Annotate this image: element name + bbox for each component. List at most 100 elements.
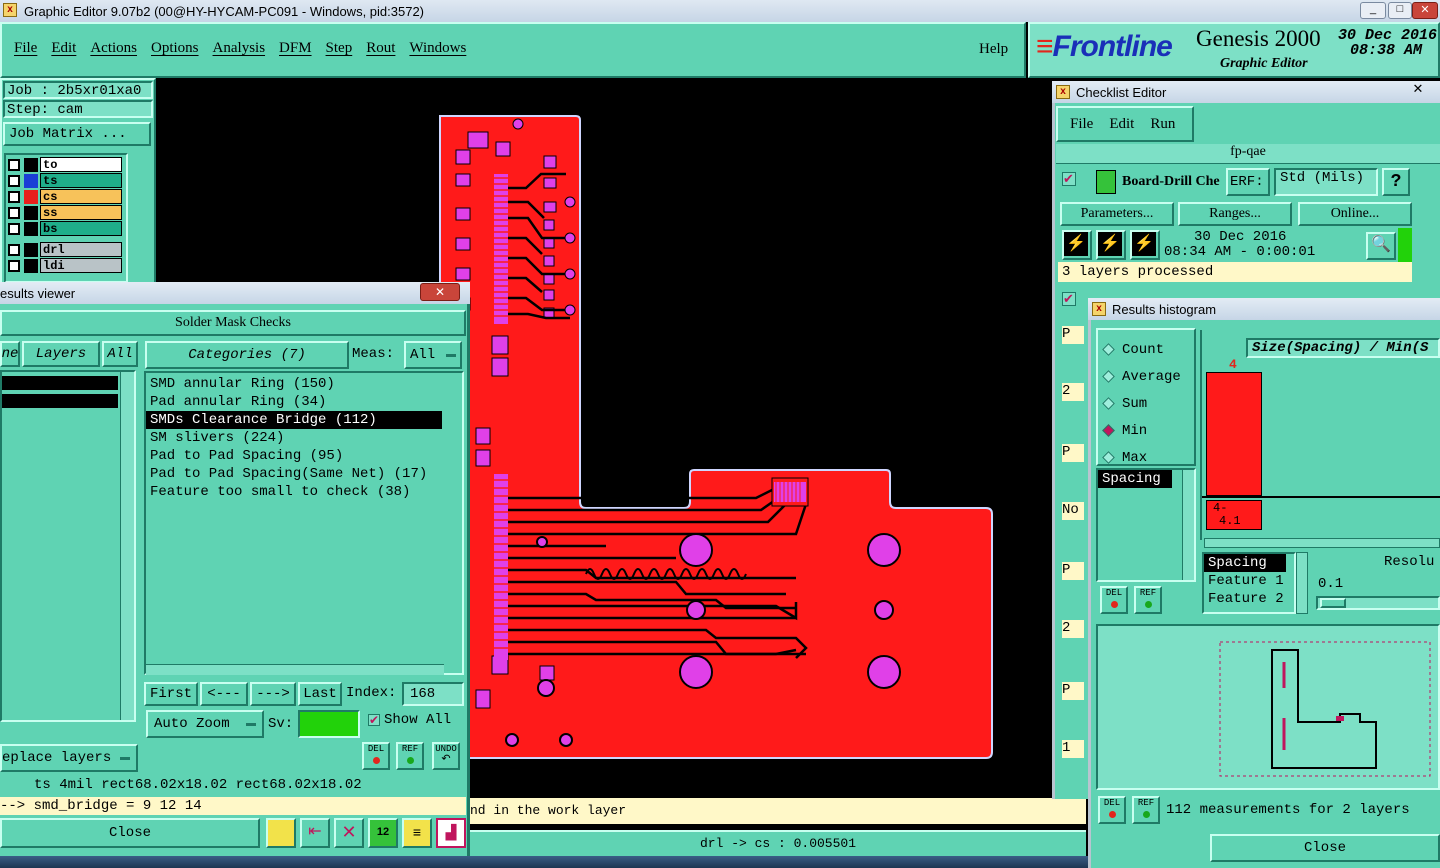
histogram-field-list[interactable]: Spacing Feature 1 Feature 2: [1202, 552, 1296, 614]
radio-diamond-icon[interactable]: [1102, 397, 1115, 410]
hist-bottom-ref[interactable]: REF: [1132, 796, 1160, 824]
layers-scrollbar[interactable]: [120, 372, 134, 720]
category-item[interactable]: Pad to Pad Spacing (95): [146, 447, 462, 465]
checklist-close-x[interactable]: ✕: [1408, 81, 1428, 97]
layer-name[interactable]: ts: [40, 173, 122, 188]
step-icon[interactable]: [266, 818, 296, 848]
histogram-icon[interactable]: ▟: [436, 818, 466, 848]
histogram-close-button[interactable]: Close: [1210, 834, 1440, 862]
mode-option-max[interactable]: Max: [1102, 444, 1194, 471]
minimize-button[interactable]: _: [1360, 2, 1386, 19]
maximize-button[interactable]: □: [1388, 2, 1412, 19]
checklist-parameters-button[interactable]: Parameters...: [1060, 202, 1174, 226]
job-matrix-button[interactable]: Job Matrix ...: [3, 122, 151, 146]
radio-diamond-icon[interactable]: [1102, 370, 1115, 383]
number-icon[interactable]: 12: [368, 818, 398, 848]
auto-zoom-select[interactable]: Auto Zoom: [146, 710, 264, 738]
radio-diamond-icon[interactable]: [1102, 343, 1115, 356]
erf-field[interactable]: Std (Mils): [1274, 168, 1378, 196]
layer-row-ss[interactable]: ss: [8, 205, 122, 220]
help-button[interactable]: ?: [1382, 168, 1410, 196]
categories-list[interactable]: SMD annular Ring (150) Pad annular Ring (…: [144, 371, 464, 675]
category-item[interactable]: SM slivers (224): [146, 429, 462, 447]
field-item[interactable]: Feature 1: [1204, 572, 1294, 590]
layer-checkbox[interactable]: [8, 243, 20, 256]
menu-edit[interactable]: Edit: [51, 40, 76, 62]
menu-rout[interactable]: Rout: [366, 40, 395, 62]
layer-checkbox[interactable]: [8, 190, 20, 203]
layer-row-cs[interactable]: cs: [8, 189, 122, 204]
category-item[interactable]: Pad annular Ring (34): [146, 393, 462, 411]
action-name[interactable]: Board-Drill Che: [1122, 174, 1220, 190]
run-icon-1[interactable]: ⚡: [1062, 230, 1092, 260]
index-field[interactable]: 168: [402, 682, 464, 706]
del-icon-button[interactable]: DEL: [362, 742, 390, 770]
layer-row-ldi[interactable]: ldi: [8, 258, 122, 273]
hist-ref-button[interactable]: REF: [1134, 586, 1162, 614]
checklist-menu-file[interactable]: File: [1070, 116, 1093, 133]
show-all-checkbox[interactable]: ✔: [368, 714, 380, 726]
checklist-menu-edit[interactable]: Edit: [1109, 116, 1134, 133]
mode-option-count[interactable]: Count: [1102, 336, 1194, 363]
measure-scroll[interactable]: [1182, 470, 1194, 580]
layer-checkbox[interactable]: [8, 222, 20, 235]
run-icon-2[interactable]: ⚡: [1096, 230, 1126, 260]
field-item[interactable]: Spacing: [1204, 554, 1286, 572]
ref-cross-icon[interactable]: ✕: [334, 818, 364, 848]
action-checkbox[interactable]: ✔: [1062, 172, 1076, 186]
next-button[interactable]: --->: [250, 682, 296, 706]
zoom-icon[interactable]: 🔍: [1366, 232, 1396, 260]
layer-row-ts[interactable]: ts: [8, 173, 122, 188]
field-item[interactable]: Feature 2: [1204, 590, 1294, 608]
all-tab[interactable]: All: [102, 341, 138, 367]
field-scroll[interactable]: [1296, 552, 1308, 614]
checklist-ranges-button[interactable]: Ranges...: [1178, 202, 1292, 226]
meas-select[interactable]: All: [404, 341, 462, 369]
layer-checkbox[interactable]: [8, 158, 20, 171]
layer-checkbox[interactable]: [8, 174, 20, 187]
layer-checkbox[interactable]: [8, 206, 20, 219]
category-item[interactable]: SMD annular Ring (150): [146, 375, 462, 393]
layer-row-bs[interactable]: bs: [8, 221, 122, 236]
last-button[interactable]: Last: [298, 682, 342, 706]
resolution-slider[interactable]: [1316, 596, 1440, 610]
prev-button[interactable]: <---: [200, 682, 248, 706]
undo-icon-button[interactable]: UNDO ↶: [432, 742, 460, 770]
category-item[interactable]: SMDs Clearance Bridge (112): [146, 411, 442, 429]
checklist-menu-run[interactable]: Run: [1150, 116, 1175, 133]
menu-step[interactable]: Step: [326, 40, 353, 62]
category-item[interactable]: Pad to Pad Spacing(Same Net) (17): [146, 465, 462, 483]
second-action-check[interactable]: ✔: [1062, 292, 1076, 306]
menu-analysis[interactable]: Analysis: [213, 40, 266, 62]
measure-item[interactable]: Spacing: [1098, 470, 1172, 488]
layer-name[interactable]: ss: [40, 205, 122, 220]
hist-del-button[interactable]: DEL: [1100, 586, 1128, 614]
layer-row-drl[interactable]: drl: [8, 242, 122, 257]
layer-result-row-2[interactable]: [2, 394, 118, 408]
histogram-measure-list[interactable]: Spacing: [1096, 468, 1196, 582]
window-close-button[interactable]: ✕: [1412, 2, 1438, 19]
exit-icon[interactable]: ⇤: [300, 818, 330, 848]
menu-file[interactable]: File: [14, 40, 37, 62]
hist-bottom-del[interactable]: DEL: [1098, 796, 1126, 824]
layer-name[interactable]: drl: [40, 242, 122, 257]
results-close-button[interactable]: Close: [0, 818, 260, 848]
mode-option-average[interactable]: Average: [1102, 363, 1194, 390]
menu-windows[interactable]: Windows: [409, 40, 466, 62]
left-tab[interactable]: ne: [0, 341, 20, 367]
menu-help[interactable]: Help: [979, 41, 1008, 58]
ref-icon-button[interactable]: REF: [396, 742, 424, 770]
replace-layers-select[interactable]: eplace layers: [0, 744, 138, 772]
menu-dfm[interactable]: DFM: [279, 40, 312, 62]
layers-tab[interactable]: Layers: [22, 341, 100, 367]
menu-options[interactable]: Options: [151, 40, 199, 62]
radio-diamond-icon[interactable]: [1102, 451, 1115, 464]
menu-actions[interactable]: Actions: [90, 40, 137, 62]
histogram-hscroll[interactable]: [1204, 538, 1440, 548]
checklist-online-button[interactable]: Online...: [1298, 202, 1412, 226]
report-icon[interactable]: ≡: [402, 818, 432, 848]
categories-tab[interactable]: Categories (7): [145, 341, 349, 369]
category-item[interactable]: Feature too small to check (38): [146, 483, 462, 501]
mode-option-min[interactable]: Min: [1102, 417, 1194, 444]
layer-name[interactable]: ldi: [40, 258, 122, 273]
